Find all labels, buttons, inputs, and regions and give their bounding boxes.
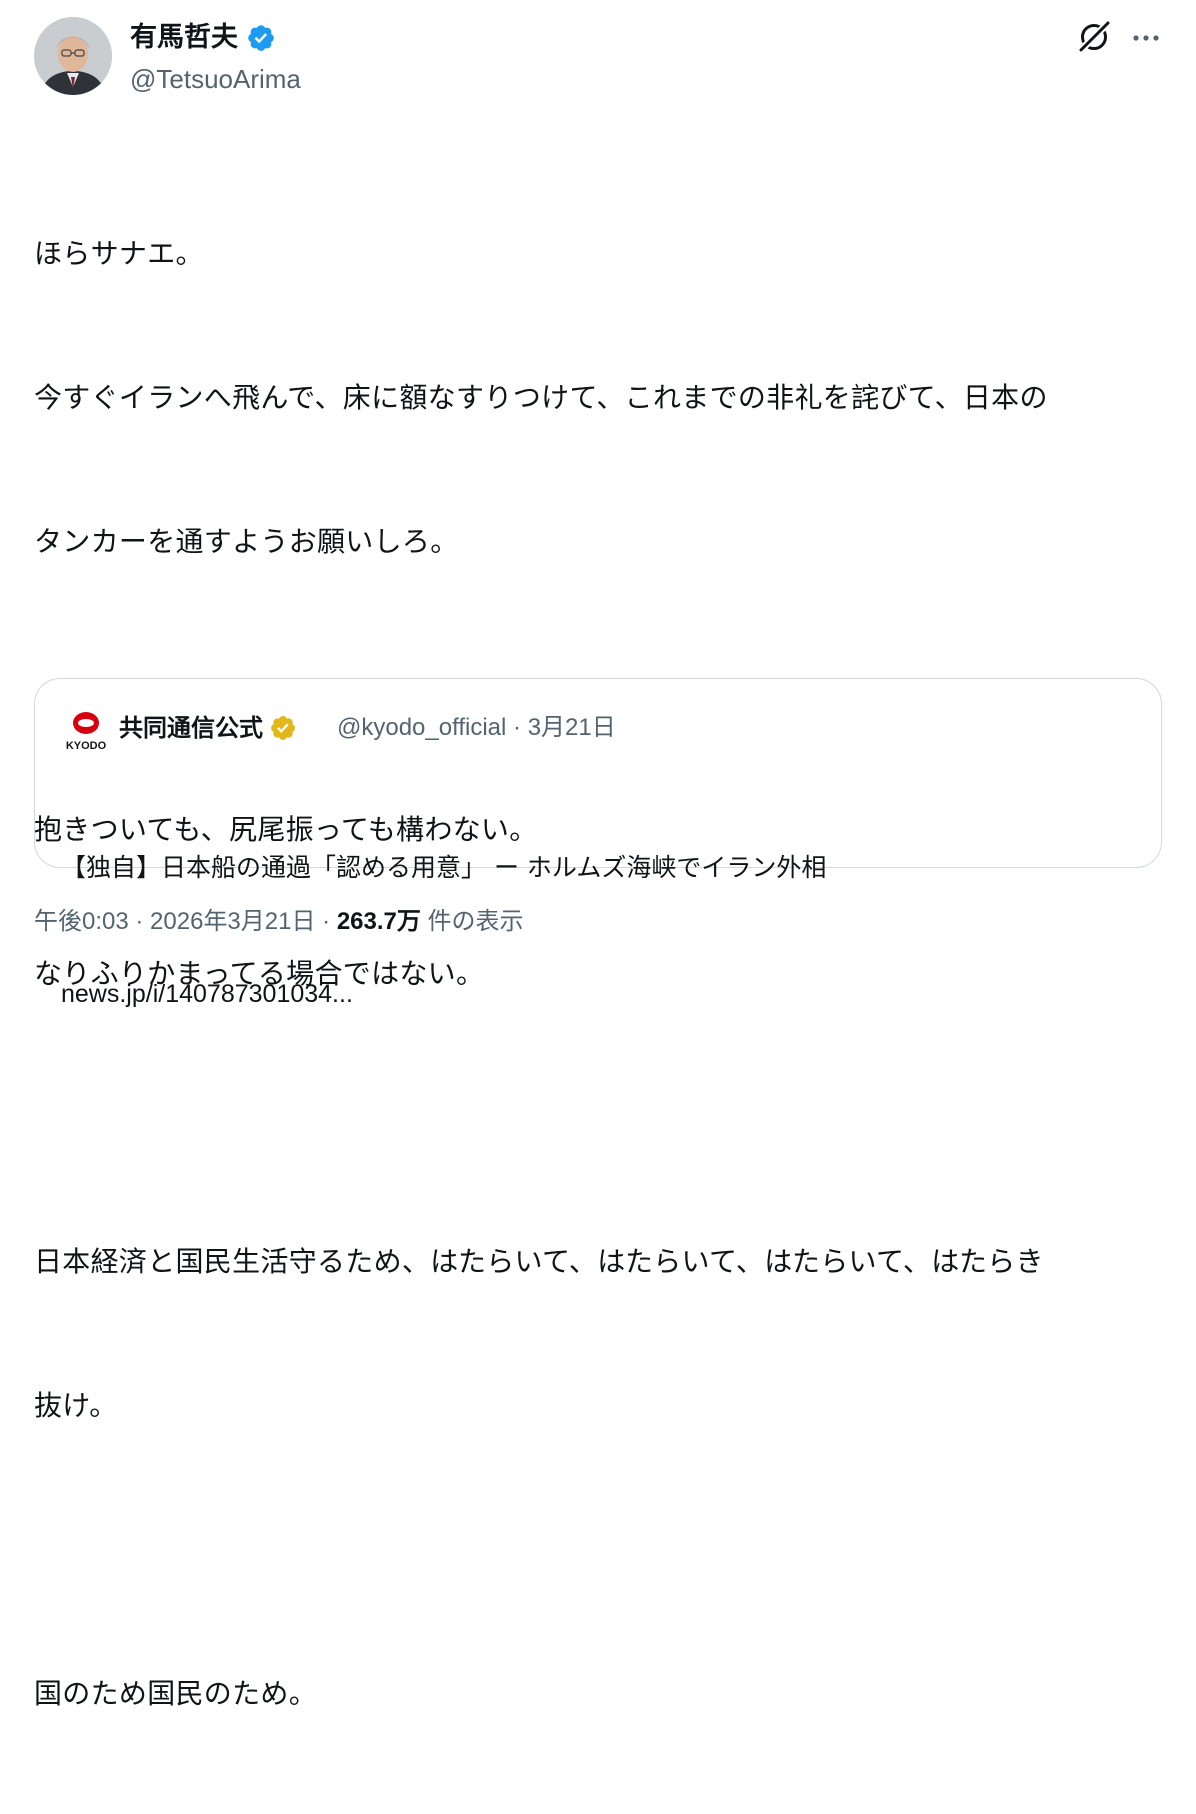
grok-icon[interactable] [1075,18,1113,56]
kyodo-logo-icon: KYODO [66,712,107,752]
quote-link[interactable]: news.jp/i/140787301034... [61,973,1141,1015]
quote-headline: 【独自】日本船の通過「認める用意」 ー ホルムズ海峡でイラン外相 [61,853,827,882]
quote-meta: @kyodo_official · 3月21日 [337,712,616,744]
quote-author-name: 共同通信公式 [119,712,297,744]
footer-separator: · [128,908,151,935]
tweet: 有馬哲夫 @TetsuoArima ほらサナエ。 今すぐイランへ飛んで、床に額な… [0,0,1196,1710]
avatar-photo [34,17,112,95]
tweet-line: 今すぐイランへ飛んで、床に額なすりつけて、これまでの非礼を詫びて、日本の [34,381,1048,414]
tweet-line: 国のため国民のため。 [34,1677,318,1710]
post-date[interactable]: 2026年3月21日 [150,908,315,935]
verified-badge-icon [248,25,274,51]
kyodo-logo-text: KYODO [66,740,107,752]
quote-author-name-text: 共同通信公式 [119,714,263,742]
tweet-line: ほらサナエ。 [34,237,204,270]
quote-separator: · [506,714,528,741]
quote-handle: @kyodo_official [337,714,507,741]
quote-date: 3月21日 [527,714,616,741]
more-icon[interactable] [1128,20,1164,56]
footer-separator: · [315,908,337,935]
author-name[interactable]: 有馬哲夫 [130,20,276,56]
author-name-text: 有馬哲夫 [130,22,238,53]
views-count: 263.7万 [336,908,421,935]
gold-verified-badge-icon [271,716,295,740]
tweet-line: タンカーを通すようお願いしろ。 [34,525,459,558]
quote-tweet-card[interactable]: KYODO 共同通信公式 @kyodo_official · 3月21日 【独自… [34,678,1162,1008]
tweet-line: ​ [34,1526,1169,1574]
author-handle[interactable]: @TetsuoArima [130,62,301,96]
tweet-line: 抜け。 [34,1389,118,1422]
post-time[interactable]: 午後0:03 [34,908,129,935]
tweet-line: ​ [34,1094,1169,1142]
tweet-footer: 午後0:03 · 2026年3月21日 · 263.7万 件の表示 [34,905,524,939]
tweet-line: 日本経済と国民生活守るため、はたらいて、はたらいて、はたらいて、はたらき [34,1245,1044,1278]
avatar[interactable] [34,17,112,95]
views-label: 件の表示 [420,908,524,935]
